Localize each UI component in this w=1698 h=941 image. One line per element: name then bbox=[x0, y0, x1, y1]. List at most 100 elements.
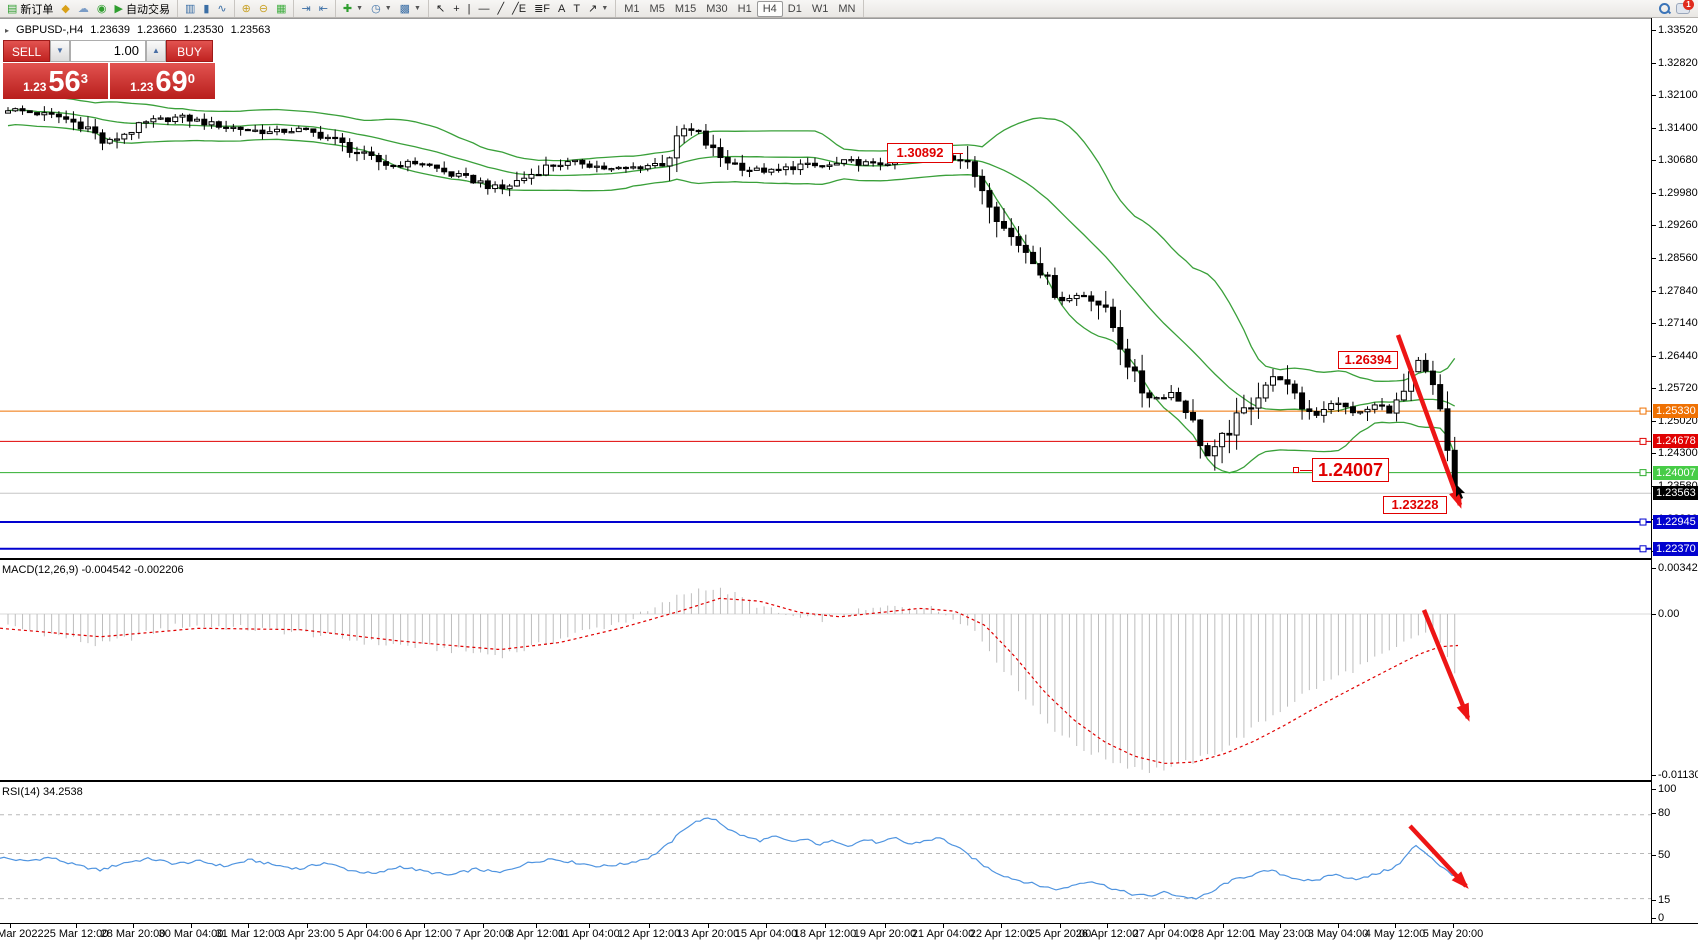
zoom-out-button[interactable]: ⊖ bbox=[255, 1, 272, 17]
price-level-tag: 1.25330 bbox=[1653, 404, 1698, 418]
autotrade-button-label: 自动交易 bbox=[126, 1, 170, 17]
buy-button[interactable]: BUY bbox=[166, 40, 213, 62]
price-tick-label: 1.27140 bbox=[1658, 317, 1698, 329]
price-callout-label[interactable]: 1.24007 bbox=[1312, 458, 1389, 482]
price-callout-label[interactable]: 1.23228 bbox=[1383, 496, 1447, 514]
price-tick-label: 1.26440 bbox=[1658, 350, 1698, 362]
horizontal-line-button[interactable]: — bbox=[474, 1, 493, 17]
price-tick-dash bbox=[1652, 30, 1656, 31]
ask-quote[interactable]: 1.23 69 0 bbox=[110, 63, 215, 99]
time-axis[interactable]: 4 Mar 202225 Mar 12:0028 Mar 20:0030 Mar… bbox=[0, 923, 1698, 941]
templates-button[interactable]: ▩▼ bbox=[396, 1, 425, 17]
auto-scroll-button[interactable]: ⇥ bbox=[297, 1, 314, 17]
mt4-window: ▤新订单◆☁◉▶自动交易▥▮∿⊕⊖▦⇥⇤✚▼◷▼▩▼↖+|—╱╱E≣FAT↗▼M… bbox=[0, 0, 1698, 941]
vertical-line-button[interactable]: | bbox=[464, 1, 475, 17]
volume-up-button[interactable]: ▲ bbox=[146, 40, 166, 62]
crosshair-button-icon: + bbox=[453, 1, 459, 17]
search-icon[interactable] bbox=[1659, 3, 1670, 14]
time-label: 26 Apr 12:00 bbox=[1076, 928, 1138, 940]
time-label: 11 Apr 04:00 bbox=[558, 928, 620, 940]
rsi-trend-arrow[interactable] bbox=[1410, 826, 1469, 889]
tile-windows-button[interactable]: ▦ bbox=[272, 1, 290, 17]
publisher-button[interactable]: ☁ bbox=[74, 1, 93, 17]
time-label: 27 Apr 04:00 bbox=[1133, 928, 1195, 940]
price-trend-arrow[interactable] bbox=[1398, 335, 1461, 509]
level-lines[interactable] bbox=[0, 411, 1651, 549]
timeframe-mn[interactable]: MN bbox=[833, 1, 860, 17]
text-label-button[interactable]: T bbox=[569, 1, 584, 17]
volume-down-button[interactable]: ▼ bbox=[50, 40, 70, 62]
level-handle[interactable] bbox=[1640, 470, 1646, 476]
rsi-pane[interactable] bbox=[0, 782, 1651, 923]
indicators-button[interactable]: ✚▼ bbox=[339, 1, 367, 17]
timeframe-h4[interactable]: H4 bbox=[757, 1, 783, 17]
time-label: 12 Apr 12:00 bbox=[618, 928, 680, 940]
timeframe-m15[interactable]: M15 bbox=[670, 1, 701, 17]
notifications-icon[interactable]: 1 bbox=[1676, 3, 1690, 14]
periods-button[interactable]: ◷▼ bbox=[367, 1, 396, 17]
new-order-button[interactable]: ▤新订单 bbox=[3, 1, 57, 17]
price-axis[interactable]: 1.335201.328201.321001.314001.306801.299… bbox=[1651, 18, 1698, 923]
toolbar: ▤新订单◆☁◉▶自动交易▥▮∿⊕⊖▦⇥⇤✚▼◷▼▩▼↖+|—╱╱E≣FAT↗▼M… bbox=[0, 0, 1698, 18]
indicators-button-dropdown[interactable]: ▼ bbox=[356, 5, 363, 12]
price-level-tag: 1.23563 bbox=[1653, 486, 1698, 500]
periods-button-dropdown[interactable]: ▼ bbox=[385, 5, 392, 12]
ingot-button[interactable]: ◆ bbox=[57, 1, 73, 17]
toolbar-chart-divider bbox=[0, 18, 1698, 19]
chart-shift-button[interactable]: ⇤ bbox=[315, 1, 332, 17]
timeframe-w1[interactable]: W1 bbox=[807, 1, 834, 17]
price-callout-label[interactable]: 1.26394 bbox=[1338, 351, 1398, 369]
macd-axis-dash bbox=[1652, 614, 1656, 615]
bar-chart-button-icon: ▥ bbox=[185, 1, 195, 17]
timeframe-m1[interactable]: M1 bbox=[619, 1, 644, 17]
sell-button[interactable]: SELL bbox=[3, 40, 50, 62]
templates-button-dropdown[interactable]: ▼ bbox=[414, 5, 421, 12]
fibonacci-button[interactable]: ≣F bbox=[530, 1, 554, 17]
level-handle[interactable] bbox=[1640, 519, 1646, 525]
time-label: 21 Apr 04:00 bbox=[912, 928, 974, 940]
auto-scroll-button-icon: ⇥ bbox=[301, 1, 310, 17]
cursor-button[interactable]: ↖ bbox=[432, 1, 449, 17]
new-order-button-icon: ▤ bbox=[7, 1, 17, 17]
macd-trend-arrow[interactable] bbox=[1424, 610, 1470, 722]
rsi-axis-dash bbox=[1652, 855, 1656, 856]
price-tick-dash bbox=[1652, 225, 1656, 226]
timeframe-m30[interactable]: M30 bbox=[701, 1, 732, 17]
time-label: 30 Mar 04:00 bbox=[159, 928, 224, 940]
arrows-button-icon: ↗ bbox=[588, 1, 597, 17]
ask-sup-digit: 0 bbox=[188, 72, 195, 85]
time-label: 6 Apr 12:00 bbox=[396, 928, 452, 940]
arrows-button-dropdown[interactable]: ▼ bbox=[601, 5, 608, 12]
trendline-button[interactable]: ╱ bbox=[493, 1, 508, 17]
crosshair-button[interactable]: + bbox=[449, 1, 463, 17]
candlestick-chart-button[interactable]: ▮ bbox=[199, 1, 213, 17]
bar-chart-button[interactable]: ▥ bbox=[181, 1, 199, 17]
line-chart-button[interactable]: ∿ bbox=[213, 1, 230, 17]
level-handle[interactable] bbox=[1640, 546, 1646, 552]
level-handle[interactable] bbox=[1640, 408, 1646, 414]
arrows-button[interactable]: ↗▼ bbox=[584, 1, 612, 17]
level-handle[interactable] bbox=[1640, 438, 1646, 444]
macd-pane[interactable] bbox=[0, 560, 1651, 780]
price-tick-dash bbox=[1652, 453, 1656, 454]
rsi-axis-dash bbox=[1652, 918, 1656, 919]
rsi-axis-dash bbox=[1652, 900, 1656, 901]
timeframe-h1[interactable]: H1 bbox=[733, 1, 757, 17]
timeframe-d1[interactable]: D1 bbox=[783, 1, 807, 17]
volume-input[interactable]: 1.00 bbox=[70, 40, 146, 62]
timeframe-m5[interactable]: M5 bbox=[645, 1, 670, 17]
macd-rsi-divider[interactable] bbox=[0, 780, 1698, 782]
text-button[interactable]: A bbox=[554, 1, 569, 17]
autotrade-button[interactable]: ▶自动交易 bbox=[110, 1, 173, 17]
price-level-tag: 1.24678 bbox=[1653, 434, 1698, 448]
channel-button[interactable]: ╱E bbox=[508, 1, 530, 17]
price-macd-divider[interactable] bbox=[0, 558, 1698, 560]
signal-button[interactable]: ◉ bbox=[93, 1, 111, 17]
zoom-in-button[interactable]: ⊕ bbox=[238, 1, 255, 17]
bid-quote[interactable]: 1.23 56 3 bbox=[3, 63, 108, 99]
time-label: 25 Mar 12:00 bbox=[44, 928, 109, 940]
price-chart-pane[interactable] bbox=[0, 18, 1651, 558]
price-tick-dash bbox=[1652, 63, 1656, 64]
price-callout-label[interactable]: 1.30892 bbox=[887, 143, 953, 163]
time-label: 28 Apr 12:00 bbox=[1192, 928, 1254, 940]
